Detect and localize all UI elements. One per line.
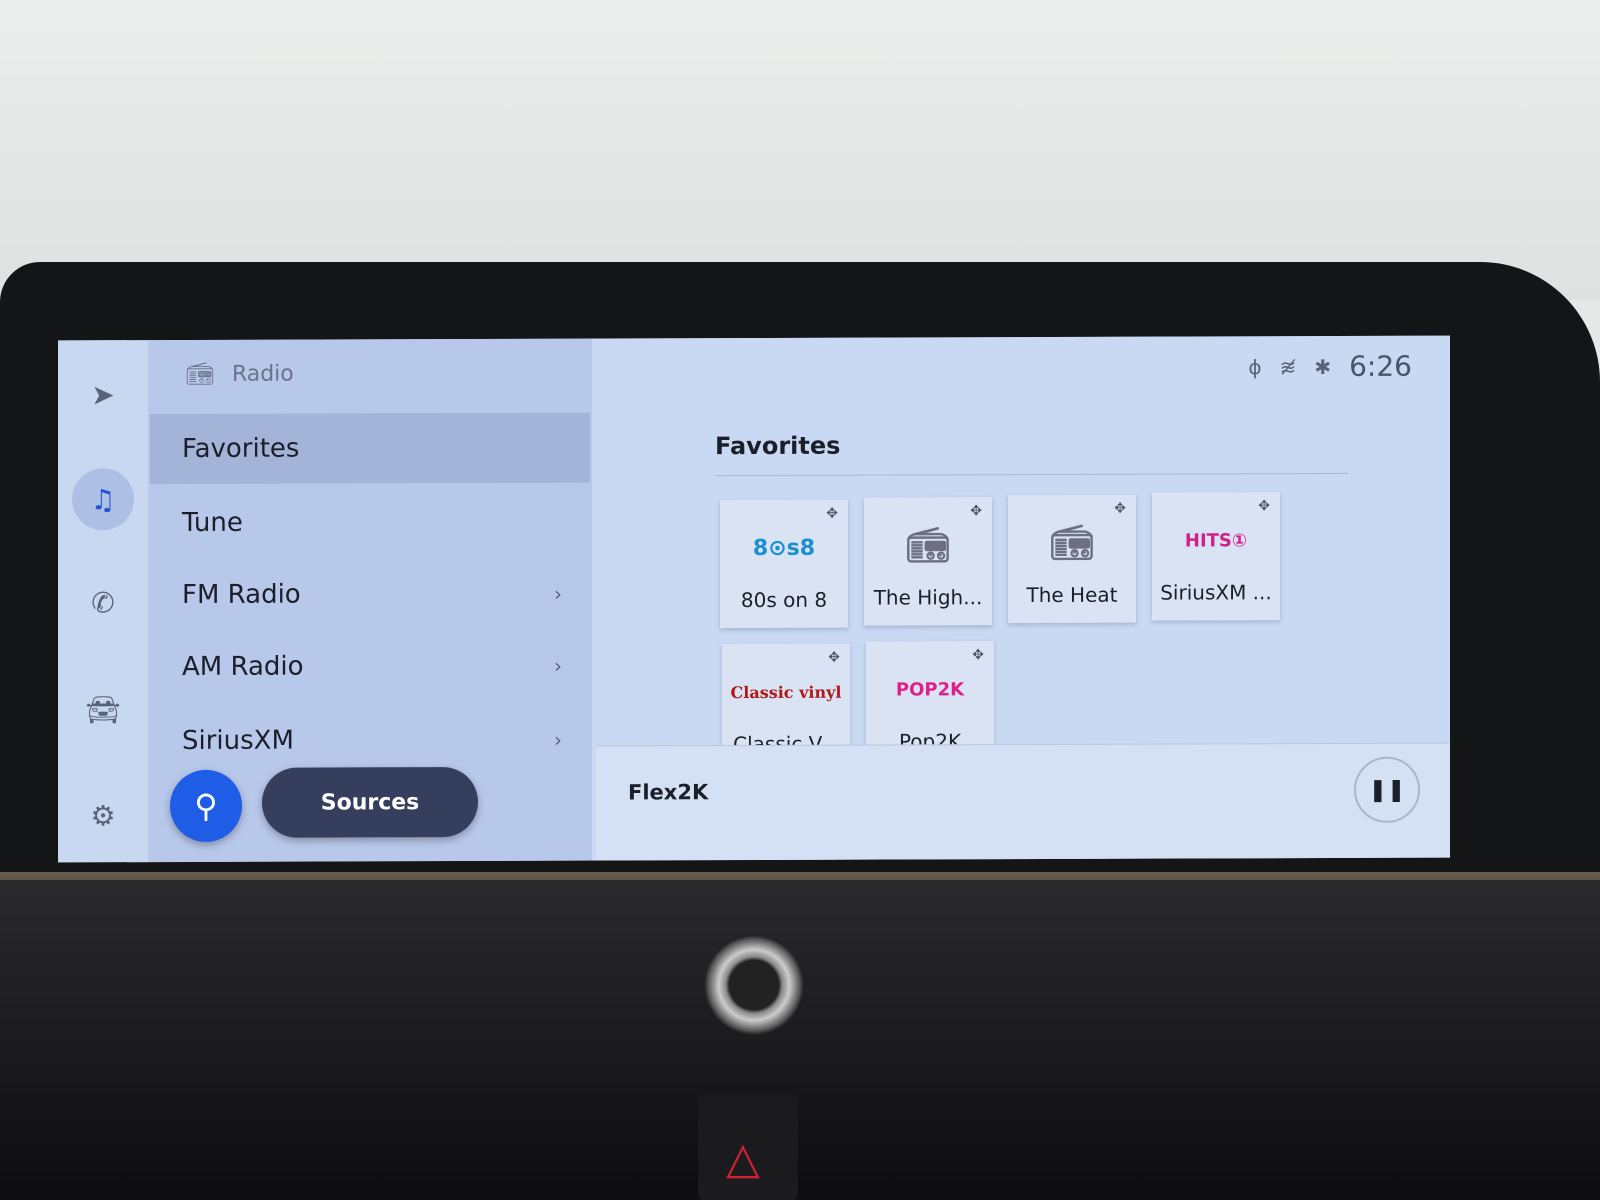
now-playing-bar[interactable]: Flex2K ❚❚ (596, 742, 1450, 861)
menu-item-siriusxm[interactable]: SiriusXM › (150, 705, 590, 777)
reorder-icon[interactable]: ✥ (828, 650, 840, 666)
page-title: Favorites (715, 431, 841, 461)
radio-icon: 📻︎ (1050, 522, 1094, 563)
menu-item-label: FM Radio (182, 579, 301, 610)
station-logo: 8⊙s8 (752, 535, 816, 561)
divider (715, 472, 1348, 477)
wifi-off-icon: ≋̸ (1279, 354, 1297, 379)
menu-title: Radio (231, 361, 294, 387)
station-name: The High... (873, 585, 983, 610)
chevron-right-icon: › (554, 653, 562, 678)
favorite-tile-the-highway[interactable]: ✥ 📻︎ The High... (864, 497, 992, 626)
station-name: The Heat (1026, 582, 1118, 608)
sources-button[interactable]: Sources (262, 766, 478, 838)
reorder-icon[interactable]: ✥ (1114, 501, 1126, 517)
reorder-icon[interactable]: ✥ (1258, 498, 1270, 514)
favorites-panel: ϕ ≋̸ ✱ 6:26 Favorites ✥ 8⊙s8 80s on 8 ✥ … (592, 335, 1450, 861)
station-logo: Classic vinyl (730, 682, 842, 702)
menu-item-favorites[interactable]: Favorites (150, 412, 590, 485)
station-logo: HITS① (1184, 529, 1248, 551)
menu-item-label: Favorites (182, 433, 300, 464)
radio-icon: 📻︎ (906, 525, 950, 566)
hazard-button[interactable]: △ (698, 1095, 798, 1200)
pause-icon: ❚❚ (1368, 777, 1406, 803)
search-button[interactable]: ⚲ (170, 769, 242, 843)
radio-menu: 📻︎ Radio Favorites Tune FM Radio › AM Rad… (148, 338, 592, 863)
dashboard (0, 880, 1600, 1200)
search-icon: ⚲ (194, 786, 218, 825)
reorder-icon[interactable]: ✥ (826, 506, 838, 522)
car-icon[interactable]: 🚘︎ (72, 678, 134, 740)
menu-item-am-radio[interactable]: AM Radio › (150, 631, 590, 703)
clock: 6:26 (1349, 349, 1412, 383)
hazard-icon: △ (726, 1133, 760, 1184)
infotainment-screen: ➤ ♫ ✆ 🚘︎ ⚙ 📻︎ Radio Favorites Tune FM Ra… (58, 335, 1450, 863)
gear-icon[interactable]: ⚙ (72, 784, 134, 846)
menu-header: 📻︎ Radio (186, 362, 294, 387)
radio-icon: 📻︎ (186, 361, 214, 387)
wireless-charging-icon: ϕ (1248, 354, 1262, 379)
status-bar: ϕ ≋̸ ✱ 6:26 (1248, 350, 1412, 384)
menu-item-label: Tune (182, 507, 243, 538)
menu-item-label: AM Radio (182, 651, 304, 682)
background-wall (0, 0, 1600, 300)
reorder-icon[interactable]: ✥ (970, 503, 982, 519)
reorder-icon[interactable]: ✥ (972, 647, 984, 663)
favorite-tile-siriusxm-hits-1[interactable]: ✥ HITS① SiriusXM ... (1152, 492, 1280, 621)
chevron-right-icon: › (554, 727, 562, 752)
volume-knob[interactable] (704, 935, 804, 1035)
favorite-tile-the-heat[interactable]: ✥ 📻︎ The Heat (1008, 494, 1136, 624)
menu-item-label: SiriusXM (182, 725, 294, 756)
phone-icon[interactable]: ✆ (72, 571, 134, 633)
navigation-arrow-icon[interactable]: ➤ (72, 363, 134, 425)
station-logo: POP2K (895, 678, 965, 701)
menu-item-fm-radio[interactable]: FM Radio › (150, 559, 590, 631)
favorite-tile-80s-on-8[interactable]: ✥ 8⊙s8 80s on 8 (720, 499, 848, 629)
music-note-icon[interactable]: ♫ (72, 468, 134, 531)
station-name: SiriusXM ... (1160, 580, 1272, 605)
chevron-right-icon: › (554, 581, 562, 606)
menu-item-tune[interactable]: Tune (150, 487, 590, 559)
station-name: 80s on 8 (740, 587, 828, 613)
app-rail: ➤ ♫ ✆ 🚘︎ ⚙ (58, 340, 148, 863)
pause-button[interactable]: ❚❚ (1354, 756, 1420, 823)
bluetooth-icon: ✱ (1314, 354, 1332, 379)
now-playing-title: Flex2K (628, 780, 709, 805)
